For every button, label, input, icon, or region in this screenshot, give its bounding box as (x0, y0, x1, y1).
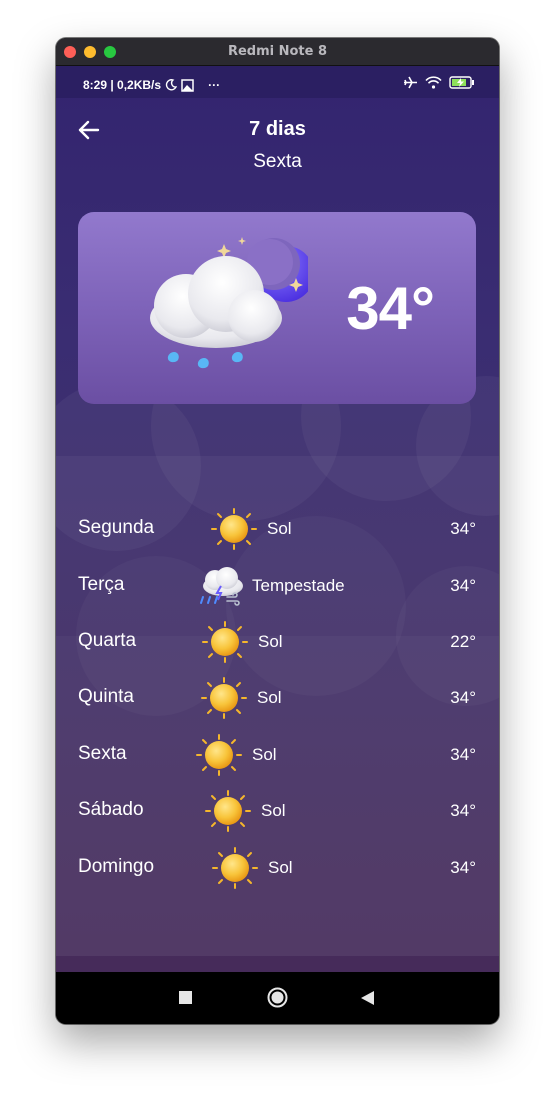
back-button[interactable] (361, 991, 374, 1005)
current-weather-card: 34° (78, 212, 476, 404)
forecast-row-terca[interactable]: Terça Tempestade 34° (56, 564, 499, 604)
wifi-icon (425, 76, 442, 89)
forecast-condition: Sol (257, 688, 282, 707)
image-icon (181, 78, 194, 92)
forecast-day: Quarta (78, 630, 137, 651)
forecast-temp: 34° (450, 858, 476, 877)
moon-icon (165, 79, 178, 91)
forecast-row-quinta[interactable]: Quinta Sol 34° (56, 676, 499, 716)
current-temperature: 34° (346, 275, 435, 342)
sun-icon (198, 620, 252, 664)
forecast-temp: 34° (450, 745, 476, 764)
window-title: Redmi Note 8 (227, 44, 328, 59)
sun-icon (208, 846, 262, 890)
forecast-temp: 34° (450, 519, 476, 538)
window-titlebar: Redmi Note 8 (56, 38, 499, 66)
forecast-day: Domingo (78, 856, 155, 877)
forecast-row-sabado[interactable]: Sábado Sol 34° (56, 789, 499, 829)
page-title: 7 dias (249, 118, 306, 140)
forecast-temp: 22° (450, 632, 476, 651)
more-status-icon: ··· (208, 78, 221, 92)
sun-icon (197, 676, 251, 720)
forecast-condition: Sol (258, 632, 283, 651)
sun-icon (192, 733, 246, 777)
home-button[interactable] (267, 987, 288, 1008)
forecast-temp: 34° (450, 688, 476, 707)
airplane-mode-icon (404, 76, 417, 89)
forecast-temp: 34° (450, 801, 476, 820)
battery-charging-icon (449, 76, 474, 89)
forecast-row-quarta[interactable]: Quarta Sol 22° (56, 620, 499, 660)
selected-day: Sexta (253, 151, 302, 172)
sun-icon (201, 789, 255, 833)
emulator-window: Redmi Note 8 8:29 | 0,2KB/s ··· 7 dias S… (56, 38, 499, 1024)
night-cloud-rain-icon (150, 237, 308, 369)
forecast-day: Segunda (78, 517, 155, 538)
status-text: 8:29 | 0,2KB/s (83, 78, 162, 92)
forecast-day: Sábado (78, 799, 144, 820)
forecast-day: Quinta (78, 686, 134, 707)
storm-cloud-icon (193, 564, 247, 608)
forecast-row-segunda[interactable]: Segunda Sol 34° (56, 507, 499, 547)
forecast-condition: Tempestade (252, 576, 345, 595)
recent-apps-button[interactable] (179, 991, 192, 1004)
forecast-condition: Sol (252, 745, 277, 764)
android-nav-bar (56, 972, 499, 1024)
forecast-row-domingo[interactable]: Domingo Sol 34° (56, 846, 499, 886)
forecast-condition: Sol (261, 801, 286, 820)
sun-icon (207, 507, 261, 551)
forecast-condition: Sol (268, 858, 293, 877)
phone-screen: 8:29 | 0,2KB/s ··· 7 dias Sexta 34° Segu… (56, 66, 499, 972)
forecast-row-sexta[interactable]: Sexta Sol 34° (56, 733, 499, 773)
forecast-condition: Sol (267, 519, 292, 538)
status-bar: 8:29 | 0,2KB/s ··· (56, 66, 499, 98)
forecast-temp: 34° (450, 576, 476, 595)
forecast-day: Sexta (78, 743, 127, 764)
forecast-day: Terça (78, 574, 125, 595)
